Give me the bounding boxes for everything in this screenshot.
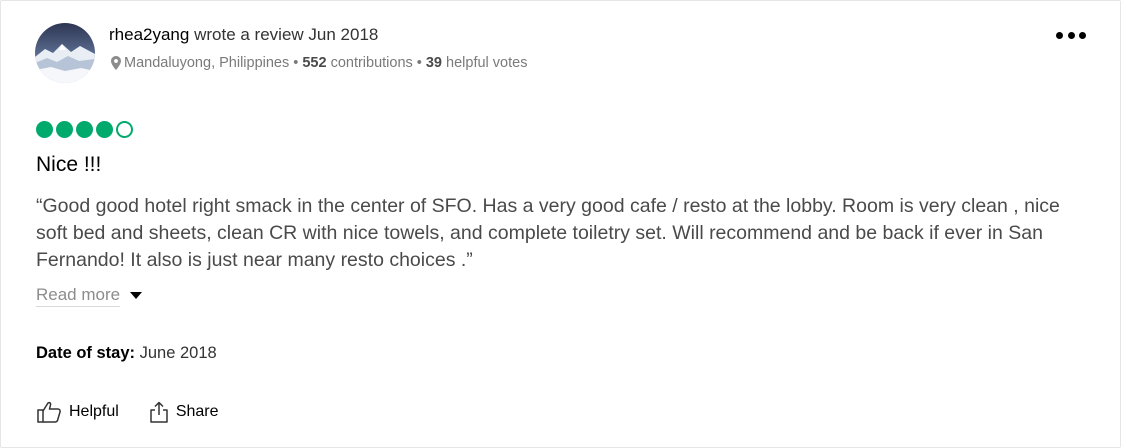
- rating-bubble-filled: [96, 121, 113, 138]
- rating-bubble-empty: [116, 121, 133, 138]
- reviewer-meta: Mandaluyong, Philippines • 552 contribut…: [111, 53, 527, 73]
- date-of-stay-label: Date of stay:: [36, 344, 136, 362]
- date-of-stay: Date of stay: June 2018: [36, 342, 217, 364]
- separator-dot: •: [293, 55, 299, 71]
- date-of-stay-value: June 2018: [139, 344, 217, 362]
- review-action-text: wrote a review Jun 2018: [194, 25, 379, 44]
- rating-bubbles: [36, 121, 133, 138]
- more-dot: [1079, 31, 1086, 39]
- username-link[interactable]: rhea2yang: [109, 25, 189, 44]
- helpful-button[interactable]: Helpful: [37, 401, 119, 423]
- reviewer-location: Mandaluyong, Philippines: [124, 55, 290, 71]
- helpful-votes-label: helpful votes: [446, 55, 528, 71]
- map-pin-icon: [111, 56, 121, 70]
- contributions-label: contributions: [330, 55, 413, 71]
- review-actions: Helpful Share: [37, 401, 219, 423]
- review-card: rhea2yang wrote a review Jun 2018 Mandal…: [0, 0, 1121, 448]
- more-options-icon[interactable]: [1056, 27, 1086, 43]
- share-label: Share: [175, 403, 219, 420]
- caret-down-icon: [130, 292, 143, 299]
- share-icon: [150, 401, 168, 423]
- rating-bubble-filled: [36, 121, 53, 138]
- avatar[interactable]: [35, 23, 95, 83]
- helpful-label: Helpful: [69, 403, 119, 420]
- helpful-votes-count: 39: [425, 55, 442, 71]
- more-dot: [1067, 31, 1075, 39]
- share-button[interactable]: Share: [149, 401, 219, 423]
- review-header: rhea2yang wrote a review Jun 2018: [109, 24, 378, 46]
- separator-dot: •: [416, 55, 422, 71]
- thumbs-up-icon: [37, 401, 61, 423]
- rating-bubble-filled: [76, 121, 93, 138]
- contributions-count: 552: [302, 55, 327, 71]
- review-title[interactable]: Nice !!!: [36, 151, 101, 179]
- review-text: “Good good hotel right smack in the cent…: [36, 195, 1060, 271]
- rating-bubble-filled: [56, 121, 73, 138]
- more-dot: [1056, 31, 1063, 39]
- read-more-label: Read more: [36, 284, 121, 307]
- read-more-link[interactable]: Read more: [36, 284, 143, 307]
